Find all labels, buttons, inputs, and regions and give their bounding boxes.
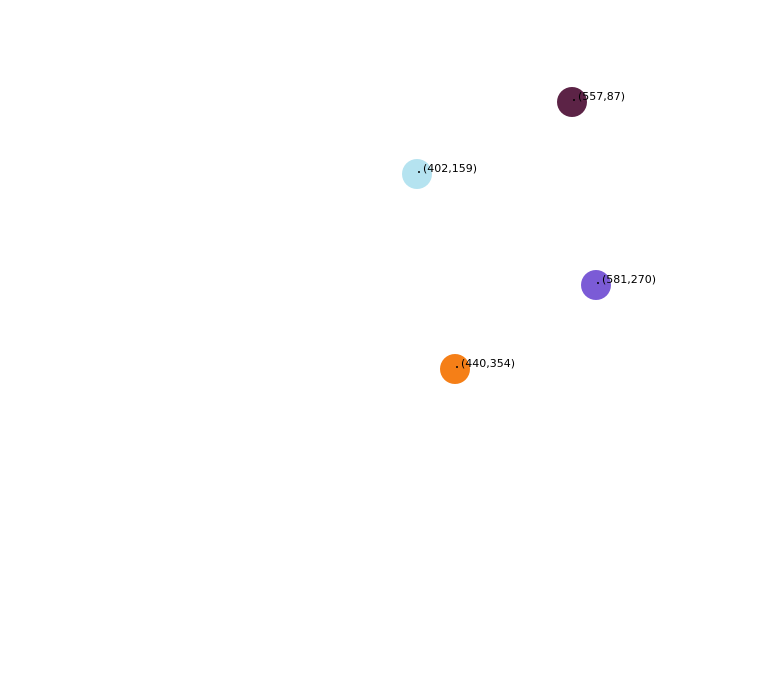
marker-center-dot-4 bbox=[456, 366, 458, 368]
marker-center-dot-3 bbox=[597, 282, 599, 284]
canvas: (557,87) (402,159) (581,270) (440,354) bbox=[0, 0, 784, 689]
marker-center-dot-1 bbox=[573, 99, 575, 101]
marker-center-dot-2 bbox=[418, 171, 420, 173]
marker-coordinate-label-4: (440,354) bbox=[461, 357, 516, 370]
marker-coordinate-label-2: (402,159) bbox=[423, 162, 478, 175]
marker-coordinate-label-3: (581,270) bbox=[602, 273, 657, 286]
marker-coordinate-label-1: (557,87) bbox=[578, 90, 626, 103]
